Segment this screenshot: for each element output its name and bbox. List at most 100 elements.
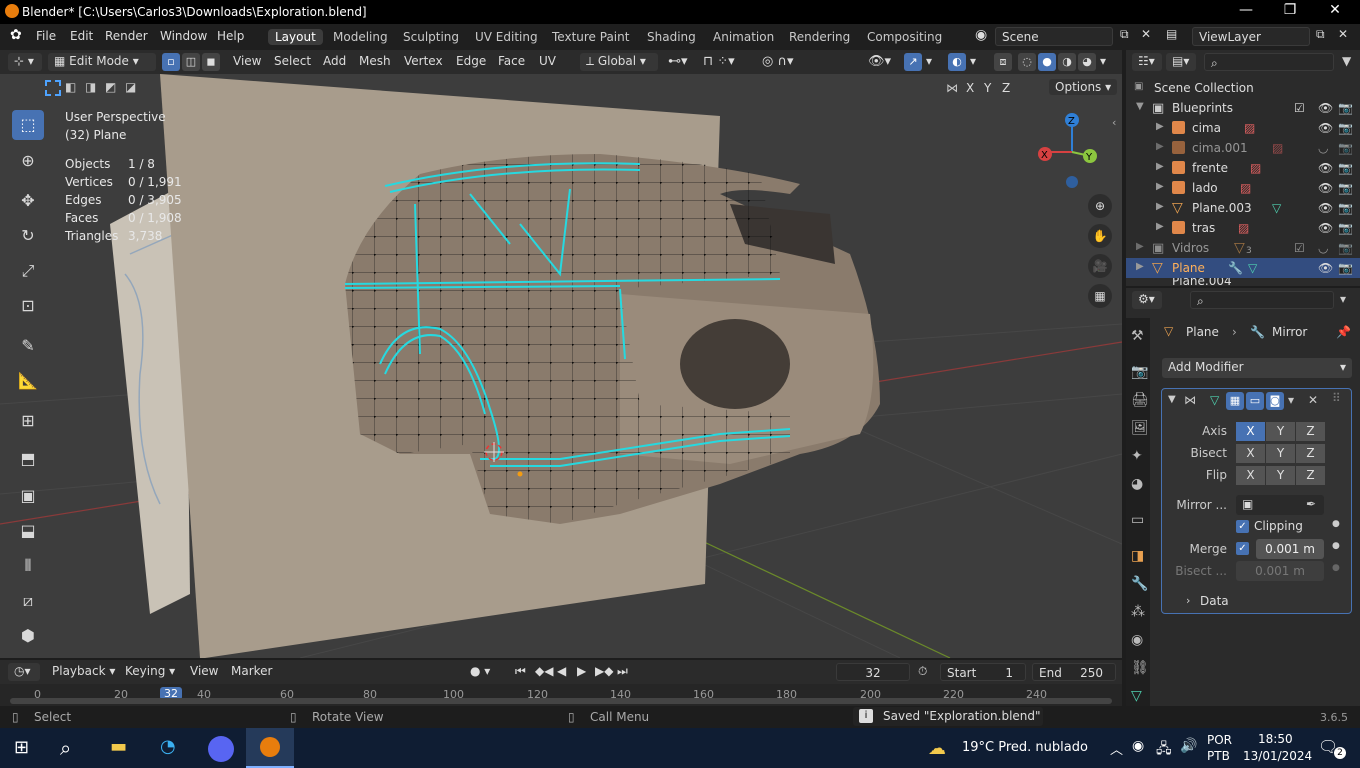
eye-icon[interactable]: 👁 xyxy=(1318,121,1333,135)
end-frame-field[interactable]: End 250 xyxy=(1032,663,1116,681)
output-tab-icon[interactable]: 🖨 xyxy=(1131,392,1149,408)
camera-icon[interactable]: 📷 xyxy=(1338,221,1353,235)
shading-dropdown-icon[interactable]: ▾ xyxy=(1100,54,1106,68)
vertex-select-icon[interactable]: ▫ xyxy=(162,53,180,71)
solid-shading-icon[interactable]: ● xyxy=(1038,53,1056,71)
merge-distance-field[interactable]: 0.001 m xyxy=(1256,539,1324,559)
flip-x-toggle[interactable]: X xyxy=(1236,466,1265,485)
volume-icon[interactable]: 🔊 xyxy=(1180,738,1197,754)
edit-cage-icon[interactable]: ▽ xyxy=(1210,393,1219,407)
tab-shading[interactable]: Shading xyxy=(640,29,703,45)
current-frame-field[interactable]: 32 xyxy=(836,663,910,681)
face-select-icon[interactable]: ◼ xyxy=(202,53,220,71)
keyframe-dot-icon[interactable]: ● xyxy=(1332,563,1340,573)
play-reverse-icon[interactable]: ◀ xyxy=(557,664,566,678)
bisect-z-toggle[interactable]: Z xyxy=(1296,444,1325,463)
wireframe-shading-icon[interactable]: ◌ xyxy=(1018,53,1036,71)
eye-icon[interactable]: 👁 xyxy=(1318,221,1333,235)
expand-icon[interactable]: ▶ xyxy=(1156,161,1164,172)
tool-tab-icon[interactable]: ⚒ xyxy=(1131,328,1144,344)
overlays-toggle-icon[interactable]: ◐ xyxy=(948,53,966,71)
checkbox-icon[interactable]: ☑ xyxy=(1294,101,1305,115)
select-mode-buttons[interactable]: ◧ ◨ ◩ ◪ xyxy=(45,80,140,98)
menu-playback[interactable]: Playback ▾ xyxy=(52,664,115,678)
menu-marker[interactable]: Marker xyxy=(231,664,272,678)
extrude-tool[interactable]: ⬒ xyxy=(12,444,44,474)
menu-add[interactable]: Add xyxy=(323,54,346,68)
scene-selector[interactable]: Scene xyxy=(995,27,1113,46)
view-layer-selector[interactable]: ViewLayer xyxy=(1192,27,1310,46)
drag-handle-icon[interactable]: ⠿ xyxy=(1332,391,1341,405)
mirror-object-field[interactable]: ▣ ✒ xyxy=(1236,495,1324,515)
minimize-button[interactable]: — xyxy=(1236,2,1256,18)
clock-date[interactable]: 13/01/2024 xyxy=(1243,749,1312,763)
discord-icon[interactable] xyxy=(208,736,234,762)
3d-viewport[interactable]: ◧ ◨ ◩ ◪ ⬚ ⊕ ✥ ↻ ⤢ ⊡ ✎ 📐 ⊞ ⬒ ▣ ⬓ ⫴ ⧄ ⬢ Us… xyxy=(0,74,1122,658)
expand-icon[interactable]: ▶ xyxy=(1136,261,1144,272)
eyedropper-icon[interactable]: ✒ xyxy=(1306,497,1316,511)
start-frame-field[interactable]: Start 1 xyxy=(940,663,1026,681)
pin-icon[interactable]: 📌 xyxy=(1336,325,1351,339)
edge-select-icon[interactable]: ◫ xyxy=(182,53,200,71)
record-icon[interactable]: ● ▾ xyxy=(470,664,490,678)
axis-z-toggle[interactable]: Z xyxy=(1296,422,1325,441)
eye-icon[interactable]: 👁 xyxy=(1318,201,1333,215)
expand-icon[interactable]: ▶ xyxy=(1156,201,1164,212)
expand-icon[interactable]: ▶ xyxy=(1136,241,1144,252)
mode-selector[interactable]: ▦ Edit Mode ▾ xyxy=(48,53,156,71)
tab-texture-paint[interactable]: Texture Paint xyxy=(545,29,636,45)
camera-icon[interactable]: 📷 xyxy=(1338,161,1353,175)
keyframe-dot-icon[interactable]: ● xyxy=(1332,519,1340,529)
clock-time[interactable]: 18:50 xyxy=(1258,732,1293,746)
eye-icon[interactable]: 👁 xyxy=(1318,181,1333,195)
weather-text[interactable]: 19°C Pred. nublado xyxy=(962,740,1088,755)
expand-icon[interactable]: ▼ xyxy=(1136,101,1144,112)
tab-layout[interactable]: Layout xyxy=(268,29,323,45)
data-tab-icon[interactable]: ▽ xyxy=(1131,688,1142,704)
next-keyframe-icon[interactable]: ▶◆ xyxy=(595,664,613,678)
menu-window[interactable]: Window xyxy=(160,29,207,43)
edit-mode-toggle-icon[interactable]: ▦ xyxy=(1226,392,1244,410)
object-tab-icon[interactable]: ◨ xyxy=(1131,548,1144,564)
collapse-icon[interactable]: ▼ xyxy=(1168,394,1176,405)
expand-icon[interactable]: ▶ xyxy=(1156,141,1164,152)
eye-icon[interactable]: 👁 xyxy=(1318,101,1333,115)
outliner-row-plane[interactable]: ▶ ▽ Plane 🔧 ▽ 👁 📷 xyxy=(1126,258,1360,278)
knife-tool[interactable]: ⧄ xyxy=(12,586,44,616)
menu-help[interactable]: Help xyxy=(217,29,244,43)
eye-icon[interactable]: 👁 xyxy=(1318,161,1333,175)
measure-tool[interactable]: 📐 xyxy=(12,366,44,396)
camera-icon[interactable]: 📷 xyxy=(1338,101,1353,115)
menu-edge[interactable]: Edge xyxy=(456,54,486,68)
inset-tool[interactable]: ▣ xyxy=(12,481,44,511)
select-new-icon[interactable] xyxy=(45,80,61,96)
file-explorer-icon[interactable]: ▬ xyxy=(110,736,127,757)
camera-icon[interactable]: 📷 xyxy=(1338,121,1353,135)
overlays-dropdown-icon[interactable]: ▾ xyxy=(970,54,976,68)
use-preview-range-icon[interactable]: ⏱ xyxy=(918,664,927,679)
menu-keying[interactable]: Keying ▾ xyxy=(125,664,175,678)
axis-y-toggle[interactable]: Y xyxy=(1266,422,1295,441)
menu-edit[interactable]: Edit xyxy=(70,29,93,43)
show-hidden-icons[interactable]: ︿ xyxy=(1110,739,1123,758)
search-icon[interactable]: ⌕ xyxy=(60,736,71,760)
properties-editor-type[interactable]: ⚙▾ xyxy=(1132,291,1162,309)
eye-hidden-icon[interactable]: ◡ xyxy=(1318,141,1328,155)
clipping-checkbox[interactable]: ✓ xyxy=(1236,520,1249,533)
outliner-row-blueprints[interactable]: ▼ ▣ Blueprints ☑ 👁 📷 xyxy=(1126,98,1360,118)
particles-tab-icon[interactable]: ⁂ xyxy=(1131,604,1145,620)
transform-orientation-selector[interactable]: ⟂ Global ▾ xyxy=(580,53,658,71)
edge-browser-icon[interactable]: ◔ xyxy=(160,736,176,757)
outliner-row-tras[interactable]: ▶ tras ▨ 👁 📷 xyxy=(1126,218,1360,238)
outliner-row-plane-004[interactable]: Plane.004 xyxy=(1126,278,1360,286)
remove-view-layer-icon[interactable]: ✕ xyxy=(1338,27,1348,41)
maximize-button[interactable]: ❐ xyxy=(1280,2,1300,18)
remove-scene-icon[interactable]: ✕ xyxy=(1141,27,1151,41)
outliner-row-cima[interactable]: ▶ cima ▨ 👁 📷 xyxy=(1126,118,1360,138)
camera-icon[interactable]: 📷 xyxy=(1338,241,1353,255)
mirror-x-toggle[interactable]: X xyxy=(966,81,974,95)
language-code[interactable]: POR xyxy=(1207,733,1232,747)
camera-view-icon[interactable]: 🎥 xyxy=(1088,254,1112,278)
jump-end-icon[interactable]: ⏭ xyxy=(617,664,628,679)
bisect-x-toggle[interactable]: X xyxy=(1236,444,1265,463)
